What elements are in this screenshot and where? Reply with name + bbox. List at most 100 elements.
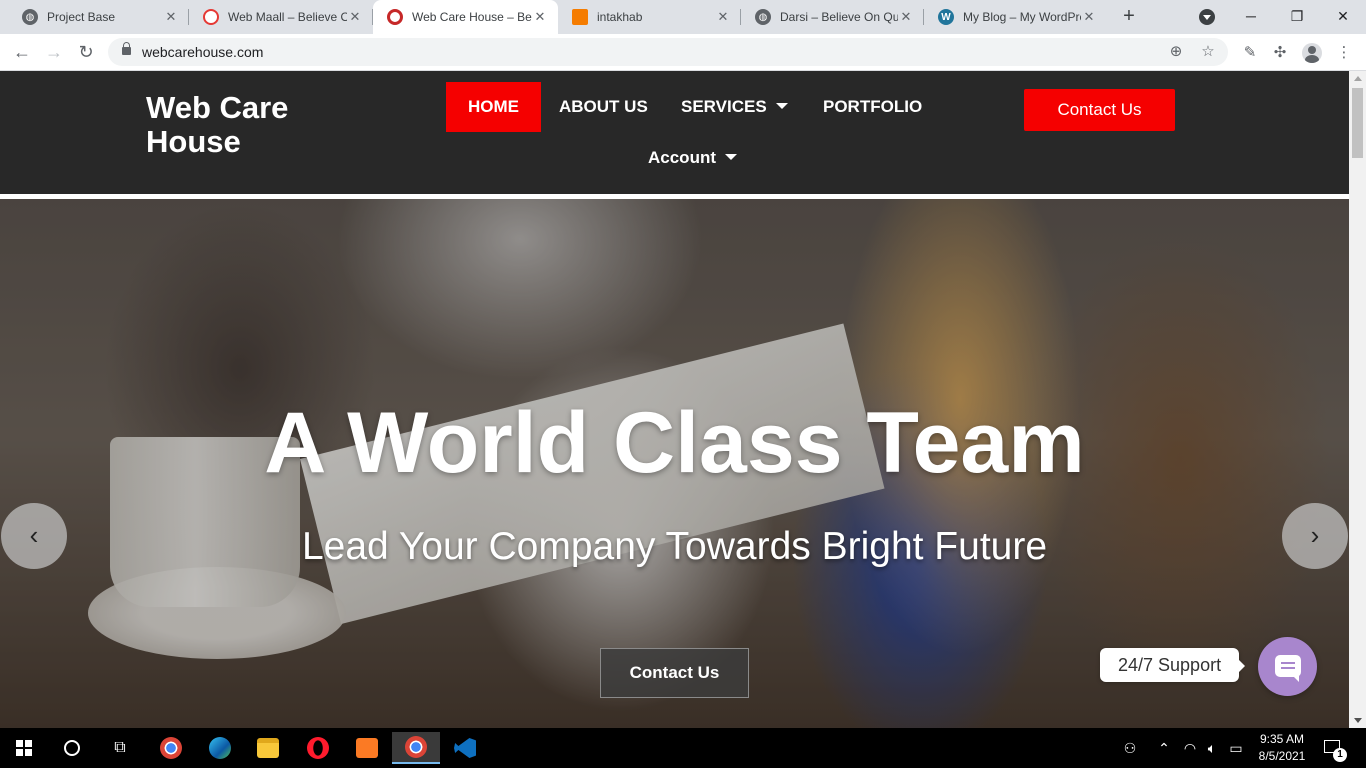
scroll-down-icon[interactable]: [1354, 718, 1362, 723]
window-close-button[interactable]: ✕: [1320, 0, 1366, 32]
extensions-puzzle-icon[interactable]: ✣: [1270, 43, 1290, 63]
nav-services-label: SERVICES: [681, 97, 767, 116]
tab-title: Project Base: [47, 10, 116, 24]
back-icon[interactable]: ←: [8, 38, 36, 66]
browser-toolbar: ← → ↻ webcarehouse.com ⊕ ☆ ✎ ✣ ⋮: [0, 34, 1366, 71]
taskbar-chrome[interactable]: [147, 732, 195, 764]
xampp-icon: [356, 738, 378, 758]
search-button[interactable]: [48, 732, 96, 764]
tray-chevron-up-icon[interactable]: ⌃: [1152, 728, 1176, 768]
battery-icon[interactable]: ▭: [1224, 728, 1248, 768]
hero-contact-button[interactable]: Contact Us: [600, 648, 749, 698]
tab-title: Web Maall – Believe On Quality: [228, 10, 347, 24]
nav-about[interactable]: ABOUT US: [537, 82, 670, 132]
chrome-icon: [405, 736, 427, 758]
file-explorer-icon: [257, 738, 279, 758]
orange-square-icon: [572, 9, 588, 25]
hero-subtitle: Lead Your Company Towards Bright Future: [301, 525, 1048, 568]
bookmark-star-icon[interactable]: ☆: [1198, 42, 1218, 62]
taskbar-vscode[interactable]: [441, 732, 489, 764]
page-scrollbar[interactable]: [1349, 71, 1366, 728]
clock-time: 9:35 AM: [1259, 732, 1305, 746]
address-bar[interactable]: webcarehouse.com ⊕ ☆: [108, 38, 1228, 66]
tab-title: My Blog – My WordPress Blog: [963, 10, 1081, 24]
menu-kebab-icon[interactable]: ⋮: [1334, 43, 1354, 63]
browser-tab-strip: ◍ Project Base ✕ Web Maall – Believe On …: [0, 0, 1366, 34]
tab-darsi[interactable]: ◍ Darsi – Believe On Quality ✕: [741, 0, 924, 34]
tab-close-icon[interactable]: ✕: [1081, 9, 1097, 25]
url-text[interactable]: webcarehouse.com: [142, 44, 263, 60]
nav-account[interactable]: Account: [626, 133, 759, 183]
support-label[interactable]: 24/7 Support: [1100, 648, 1246, 682]
nav-portfolio-label: PORTFOLIO: [823, 97, 923, 116]
slider-next-button[interactable]: ›: [1282, 503, 1348, 569]
tab-web-maall[interactable]: Web Maall – Believe On Quality ✕: [189, 0, 373, 34]
nav-home-label: HOME: [468, 97, 519, 116]
minimize-button[interactable]: ─: [1228, 0, 1274, 32]
page-viewport: Web Care House HOME ABOUT US SERVICES PO…: [0, 71, 1366, 728]
hero-title: A World Class Team: [264, 395, 1085, 491]
tab-close-icon[interactable]: ✕: [163, 9, 179, 25]
tab-my-blog[interactable]: W My Blog – My WordPress Blog ✕: [924, 0, 1107, 34]
taskbar-opera[interactable]: [294, 732, 342, 764]
notification-center-button[interactable]: 1: [1322, 736, 1347, 762]
tab-intakhab[interactable]: intakhab ✕: [558, 0, 741, 34]
opera-icon: [307, 737, 329, 759]
tab-title: intakhab: [597, 10, 643, 24]
site-header: Web Care House HOME ABOUT US SERVICES PO…: [0, 71, 1349, 194]
vscode-icon: [454, 738, 476, 758]
header-contact-button[interactable]: Contact Us: [1024, 89, 1175, 131]
volume-icon[interactable]: 🔈︎: [1200, 728, 1224, 768]
tab-project-base[interactable]: ◍ Project Base ✕: [8, 0, 189, 34]
scroll-up-icon[interactable]: [1354, 76, 1362, 81]
chevron-down-icon: [725, 153, 737, 160]
clock-date: 8/5/2021: [1258, 749, 1306, 763]
nav-home[interactable]: HOME: [446, 82, 541, 132]
globe-icon: ◍: [22, 9, 38, 25]
zoom-icon[interactable]: ⊕: [1166, 42, 1186, 62]
taskbar-edge[interactable]: [196, 732, 244, 764]
maximize-button[interactable]: ❐: [1274, 0, 1320, 32]
edge-icon: [209, 737, 231, 759]
lock-icon: [122, 42, 131, 55]
wifi-icon[interactable]: ◠: [1178, 728, 1202, 768]
scrollbar-thumb[interactable]: [1352, 88, 1363, 158]
reload-icon[interactable]: ↻: [72, 38, 100, 66]
chat-button[interactable]: [1258, 637, 1317, 696]
tab-close-icon[interactable]: ✕: [898, 9, 914, 25]
forward-icon[interactable]: →: [40, 38, 68, 66]
tab-close-icon[interactable]: ✕: [532, 9, 548, 25]
nav-portfolio[interactable]: PORTFOLIO: [801, 82, 944, 132]
people-icon[interactable]: ⚇: [1118, 728, 1142, 768]
globe-icon: ◍: [755, 9, 771, 25]
tab-search-icon[interactable]: [1199, 9, 1215, 25]
nav-about-label: ABOUT US: [559, 97, 648, 116]
task-view-button[interactable]: ⧉: [96, 732, 144, 764]
taskbar-clock[interactable]: 9:35 AM 8/5/2021: [1248, 731, 1316, 765]
site-logo[interactable]: Web Care House: [146, 91, 316, 159]
windows-logo-icon: [16, 740, 32, 756]
web-care-house-icon: [387, 9, 403, 25]
taskbar-xampp[interactable]: [343, 732, 391, 764]
search-circle-icon: [64, 740, 80, 756]
start-button[interactable]: [0, 732, 48, 764]
notification-badge: 1: [1333, 748, 1347, 762]
taskbar-file-explorer[interactable]: [244, 732, 292, 764]
task-view-icon: ⧉: [114, 739, 126, 756]
tab-title: Darsi – Believe On Quality: [780, 10, 898, 24]
windows-taskbar: ⧉ ⚇ ⌃ ◠ 🔈︎ ▭ 9:35 AM 8/5/2021 1: [0, 728, 1366, 768]
tab-web-care-house[interactable]: Web Care House – Believe On Quality ✕: [373, 0, 558, 34]
tab-title: Web Care House – Believe On Quality: [412, 10, 532, 24]
nav-services[interactable]: SERVICES: [659, 82, 810, 132]
profile-avatar[interactable]: [1302, 43, 1322, 63]
chevron-down-icon: [775, 102, 788, 109]
chat-bubble-icon: [1275, 655, 1301, 682]
tab-close-icon[interactable]: ✕: [347, 9, 363, 25]
extension-eyedropper-icon[interactable]: ✎: [1240, 43, 1260, 63]
nav-account-label: Account: [648, 148, 716, 167]
tab-close-icon[interactable]: ✕: [715, 9, 731, 25]
slider-prev-button[interactable]: ‹: [1, 503, 67, 569]
chrome-icon: [160, 737, 182, 759]
new-tab-button[interactable]: +: [1117, 4, 1141, 28]
taskbar-chrome-active[interactable]: [392, 732, 440, 764]
